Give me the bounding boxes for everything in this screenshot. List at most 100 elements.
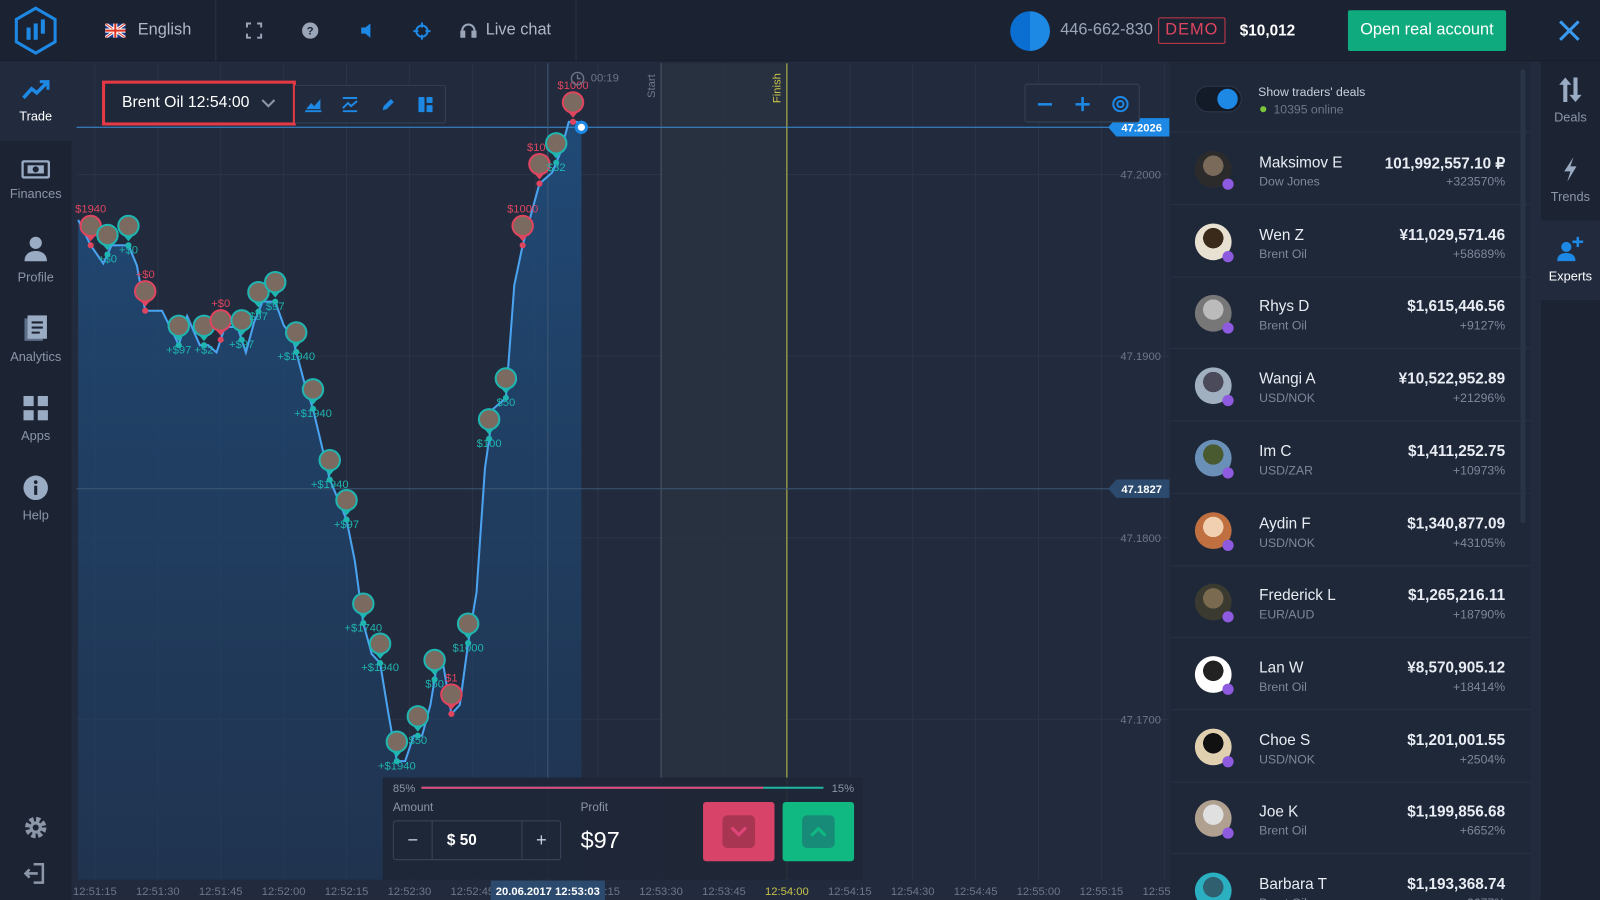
avatar[interactable] [1010, 0, 1050, 61]
sidebar-item-help[interactable]: Help [0, 459, 71, 539]
sound-icon[interactable] [359, 0, 375, 61]
up-percent: 15% [831, 782, 855, 795]
indicators-icon[interactable] [342, 96, 358, 113]
amount-label: Amount [392, 802, 434, 815]
x-tick-label: 12:54:45 [954, 886, 998, 898]
marker-label: +$1940 [277, 351, 315, 363]
marker-point [87, 242, 94, 249]
sidebar-item-trade[interactable]: Trade [0, 61, 72, 141]
trader-percent: +10973% [1453, 463, 1506, 478]
amount-input[interactable]: $ 50 [433, 821, 522, 859]
logout-icon[interactable] [23, 862, 45, 890]
trader-asset: Brent Oil [1259, 823, 1307, 839]
y-tick-label: 47.2000 [1120, 170, 1161, 182]
trader-amount: ¥11,029,571.46 [1399, 226, 1506, 244]
trader-avatar [1194, 656, 1234, 695]
demo-badge[interactable]: DEMO [1158, 0, 1226, 61]
x-tick-label: 12:52:15 [325, 886, 369, 898]
trader-avatar [1194, 295, 1234, 335]
right-nav-deals[interactable]: Deals [1541, 61, 1600, 141]
amount-increase-button[interactable]: + [521, 821, 560, 860]
trader-amount: $1,199,856.68 [1407, 803, 1506, 821]
show-deals-toggle[interactable] [1194, 85, 1242, 113]
trader-asset: USD/ZAR [1259, 463, 1313, 478]
uk-flag-icon [105, 23, 126, 38]
trader-name: Im C [1259, 442, 1292, 460]
trader-row[interactable]: Maksimov E Dow Jones 101,992,557.10 ₽ +3… [1170, 134, 1531, 206]
sidebar-item-apps[interactable]: Apps [0, 380, 71, 460]
open-real-account-button[interactable]: Open real account [1347, 0, 1506, 61]
trader-percent: +18414% [1453, 679, 1506, 694]
sidebar-item-analytics[interactable]: Analytics [0, 300, 71, 380]
status-dot [1222, 683, 1234, 695]
close-icon[interactable] [1558, 0, 1580, 61]
trader-row[interactable]: Im C USD/ZAR $1,411,252.75 +10973% [1170, 422, 1531, 494]
y-tick-label: 47.1700 [1120, 714, 1161, 726]
target-icon[interactable] [413, 0, 431, 61]
profit-label: Profit [580, 802, 608, 815]
marker-label: $97 [266, 301, 285, 313]
area-chart-icon[interactable] [305, 97, 322, 113]
trader-row[interactable]: Aydin F USD/NOK $1,340,877.09 +43105% [1170, 494, 1531, 566]
asset-select[interactable]: Brent Oil 12:54:00 [102, 80, 296, 126]
trader-amount: $1,201,001.55 [1407, 731, 1506, 749]
gear-icon[interactable] [23, 815, 47, 845]
price-chart[interactable]: Start Finish $1940+$0+$0+$0+$97 +$2+$0+$9… [71, 61, 1170, 900]
profit-value: $97 [580, 826, 620, 854]
help-icon[interactable]: ? [302, 0, 319, 61]
trader-amount: $1,411,252.75 [1408, 442, 1506, 460]
live-chat-button[interactable]: Live chat [460, 0, 551, 61]
trader-name: Maksimov E [1259, 154, 1343, 172]
trader-asset: Brent Oil [1259, 896, 1307, 900]
language-select[interactable]: English [105, 0, 191, 61]
trader-avatar [133, 280, 157, 303]
status-dot [1222, 178, 1234, 190]
trader-row[interactable]: Barbara T Brent Oil $1,193,368.74 +2677% [1170, 855, 1530, 900]
trader-row[interactable]: Wangi A USD/NOK ¥10,522,952.89 +21296% [1170, 350, 1531, 422]
x-tick-label: 12:52:30 [388, 886, 432, 898]
trader-name: Rhys D [1259, 298, 1310, 316]
pencil-icon[interactable] [381, 97, 396, 112]
trader-avatar [1194, 223, 1234, 262]
marker-point [448, 710, 455, 717]
right-nav-trends[interactable]: Trends [1541, 141, 1600, 221]
trader-row[interactable]: Choe S USD/NOK $1,201,001.55 +2504% [1170, 711, 1531, 783]
trader-avatar [1194, 151, 1234, 190]
trader-row[interactable]: Joe K Brent Oil $1,199,856.68 +6652% [1170, 783, 1531, 855]
x-tick-label: 12:53:45 [702, 886, 746, 898]
trader-row[interactable]: Wen Z Brent Oil ¥11,029,571.46 +58689% [1170, 206, 1531, 278]
x-tick-label: 12:54:15 [828, 886, 872, 898]
balance[interactable]: $10,012 [1240, 0, 1295, 61]
y-tick-label: 47.1800 [1120, 533, 1161, 545]
right-nav-experts[interactable]: Experts [1540, 220, 1600, 300]
sidebar-item-profile[interactable]: Profile [0, 220, 71, 300]
trader-row[interactable]: Frederick L EUR/AUD $1,265,216.11 +18790… [1170, 567, 1531, 638]
start-label: Start [646, 73, 658, 98]
trader-asset: Brent Oil [1259, 246, 1307, 261]
sell-down-button[interactable] [703, 802, 775, 862]
trader-avatar [352, 592, 375, 615]
trader-amount: $1,193,368.74 [1407, 875, 1506, 893]
fullscreen-icon[interactable] [245, 0, 263, 61]
x-tick-label: 12:54:00 [765, 886, 809, 898]
sidebar-item-finances[interactable]: Finances [0, 141, 71, 221]
zoom-in-icon[interactable] [1075, 96, 1090, 112]
zoom-out-icon[interactable] [1037, 97, 1053, 111]
trader-avatar [385, 730, 409, 753]
buy-up-button[interactable] [782, 802, 855, 862]
trader-avatar [1194, 800, 1234, 840]
trader-marker: +$0 [117, 214, 140, 256]
layout-icon[interactable] [418, 96, 433, 113]
center-icon[interactable] [1112, 95, 1129, 113]
scrollbar[interactable] [1520, 69, 1526, 524]
marker-label: +$1940 [311, 479, 349, 491]
trader-row[interactable]: Lan W Brent Oil ¥8,570,905.12 +18414% [1170, 639, 1531, 711]
trader-asset: Brent Oil [1259, 679, 1307, 694]
trader-name: Lan W [1259, 659, 1304, 677]
amount-decrease-button[interactable]: − [394, 821, 433, 860]
status-dot [1222, 250, 1234, 262]
trader-amount: $1,265,216.11 [1408, 586, 1506, 605]
info-icon [23, 475, 48, 500]
trader-row[interactable]: Rhys D Brent Oil $1,615,446.56 +9127% [1170, 278, 1531, 350]
logo-icon[interactable] [12, 0, 59, 61]
